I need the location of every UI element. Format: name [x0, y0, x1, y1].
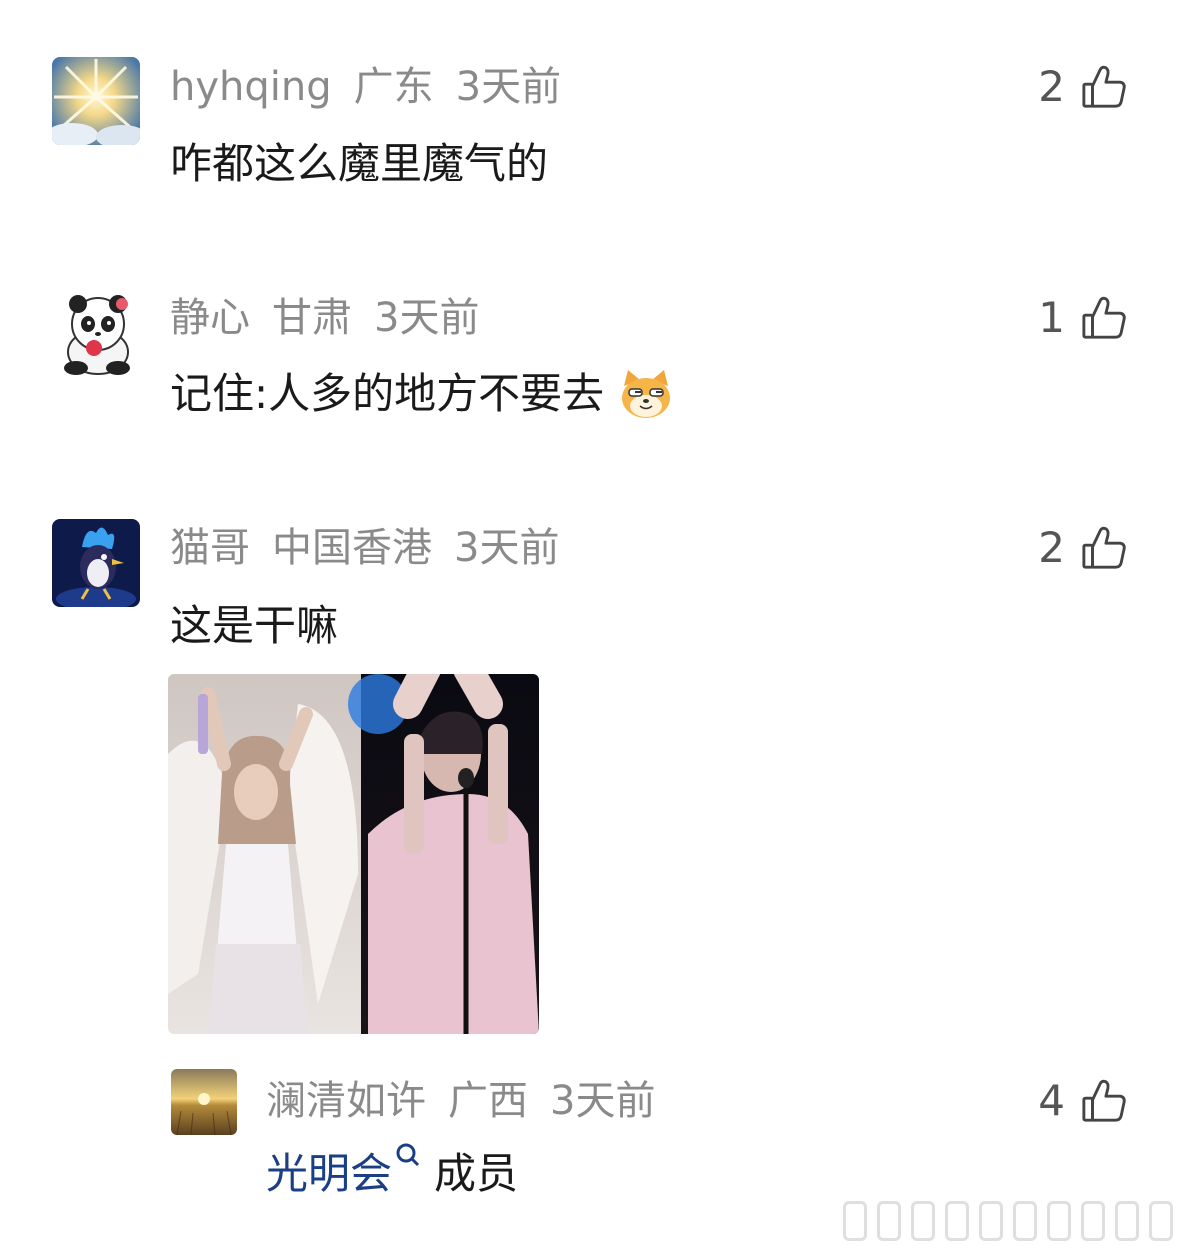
- avatar[interactable]: [52, 290, 140, 378]
- like-count: 2: [1038, 62, 1065, 111]
- location: 广西: [448, 1078, 528, 1124]
- comment-photo[interactable]: [168, 674, 539, 1034]
- thumbs-up-icon: [1082, 296, 1126, 339]
- username[interactable]: hyhqing: [170, 64, 332, 110]
- comment-meta: hyhqing 广东 3天前: [170, 63, 583, 111]
- reply-text-suffix: 成员: [434, 1149, 519, 1198]
- like-count: 1: [1038, 293, 1065, 342]
- avatar[interactable]: [52, 57, 140, 145]
- comment-meta: 静心 甘肃 3天前: [170, 294, 501, 342]
- like-count: 4: [1038, 1076, 1065, 1125]
- thumbs-up-icon: [1082, 526, 1126, 569]
- like-button[interactable]: 1: [1038, 294, 1127, 342]
- watermark: [843, 1201, 1173, 1241]
- timestamp: 3天前: [455, 64, 562, 110]
- location: 中国香港: [272, 525, 432, 571]
- timestamp: 3天前: [550, 1078, 656, 1124]
- reply-text: 光明会 成员: [266, 1143, 519, 1200]
- avatar[interactable]: [171, 1069, 237, 1135]
- search-icon: [396, 1143, 420, 1167]
- avatar[interactable]: [52, 519, 140, 607]
- username[interactable]: 澜清如许: [266, 1078, 426, 1124]
- like-button[interactable]: 2: [1038, 63, 1127, 111]
- like-count: 2: [1038, 523, 1065, 572]
- comment-meta: 猫哥 中国香港 3天前: [170, 524, 581, 572]
- location: 广东: [353, 64, 434, 110]
- comment-text: 记住:人多的地方不要去: [170, 368, 674, 420]
- username[interactable]: 静心: [170, 295, 250, 341]
- dog-emoji-icon: [621, 369, 670, 418]
- thumbs-up-icon: [1082, 65, 1126, 108]
- username[interactable]: 猫哥: [170, 525, 250, 571]
- like-button[interactable]: 4: [1038, 1077, 1127, 1125]
- comment-text: 咋都这么魔里魔气的: [170, 139, 549, 188]
- comment-text-content: 记住:人多的地方不要去: [170, 369, 605, 418]
- topic-link[interactable]: 光明会: [266, 1149, 392, 1198]
- comment-text: 这是干嘛: [170, 601, 339, 650]
- reply-meta: 澜清如许 广西 3天前: [266, 1077, 677, 1125]
- location: 甘肃: [272, 295, 352, 341]
- timestamp: 3天前: [454, 525, 560, 571]
- like-button[interactable]: 2: [1038, 524, 1127, 572]
- thumbs-up-icon: [1082, 1079, 1126, 1122]
- timestamp: 3天前: [374, 295, 480, 341]
